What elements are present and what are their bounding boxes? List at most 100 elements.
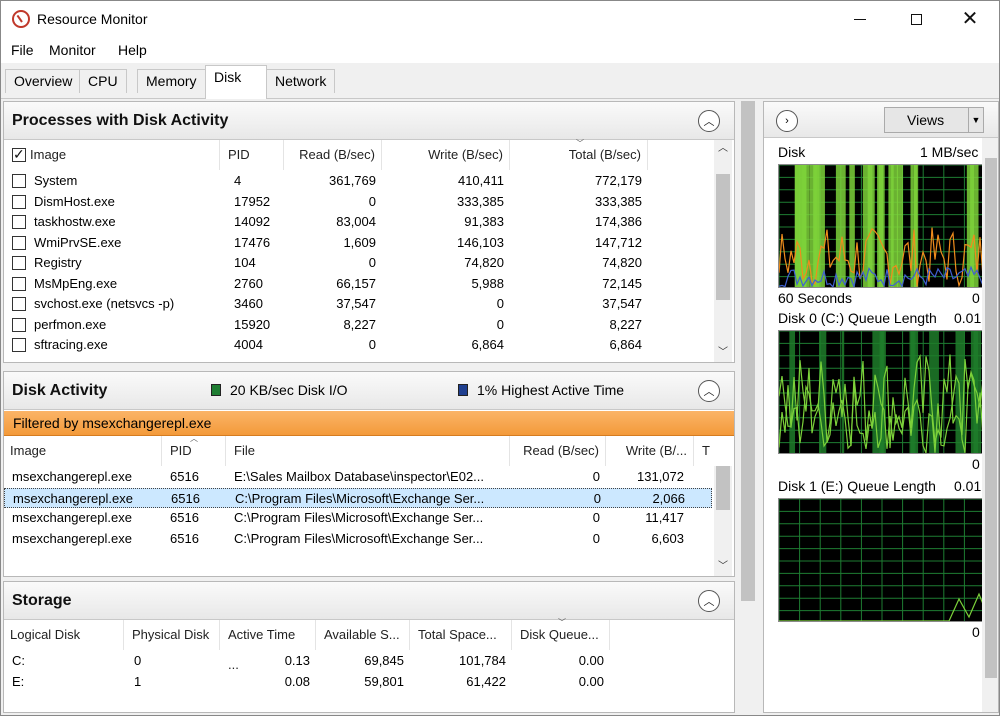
col-read[interactable]: Read (B/sec) [512,436,606,466]
filter-bar[interactable]: Filtered by msexchangerepl.exe [4,411,734,436]
process-write: 410,411 [457,173,504,188]
col-available-space[interactable]: Available S... [318,620,410,650]
row-checkbox[interactable] [12,194,26,209]
table-row[interactable]: taskhostw.exe 14092 83,004 91,383 174,386 [4,212,734,233]
table-row[interactable]: msexchangerepl.exe 6516 C:\Program Files\M… [4,487,712,508]
file-path: C:\Program Files\Microsoft\Exchange Ser.… [235,490,485,506]
minimize-icon [854,18,866,20]
graph-pane-scrollbar[interactable] [982,138,998,712]
process-read: 83,004 [336,214,376,229]
views-button[interactable]: Views [884,107,980,133]
col-write[interactable]: Write (B/... [608,436,694,466]
tab-cpu[interactable]: CPU [79,69,127,93]
scroll-down-icon[interactable]: ﹀ [714,558,732,576]
main-pane-scroll-thumb[interactable] [741,101,755,601]
select-all-checkbox[interactable] [12,146,26,163]
table-row[interactable]: System 4 361,769 410,411 772,179 [4,171,734,192]
file-image: msexchangerepl.exe [12,510,132,525]
file-pid: 6516 [170,530,199,546]
minimize-button[interactable] [837,1,883,37]
disk-activity-panel-header[interactable]: Disk Activity 20 KB/sec Disk I/O 1% High… [4,372,734,410]
table-row[interactable]: MsMpEng.exe 2760 66,157 5,988 72,145 [4,274,734,295]
col-total-truncated[interactable]: T [700,436,714,466]
process-total: 147,712 [595,234,642,250]
disk-activity-scrollbar[interactable]: ﹀ [714,466,732,576]
disk1-graph-svg [779,499,983,621]
process-read: 361,769 [329,173,376,188]
table-row[interactable]: msexchangerepl.exe 6516 E:\Sales Mailbox D… [4,467,712,488]
graph-pane-scroll-thumb[interactable] [985,158,997,678]
menu-bar: File Monitor Help [1,39,999,61]
scroll-up-icon[interactable]: ︿ [714,140,732,158]
close-button[interactable]: ✕ [947,1,993,37]
file-read: 0 [593,490,601,506]
active-time-legend: 1% Highest Active Time [477,382,625,398]
collapse-disk-activity-button[interactable]: ︿ [698,380,720,402]
table-row[interactable]: msexchangerepl.exe 6516 C:\Program Files\M… [4,529,712,550]
processes-scrollbar[interactable]: ︿ ﹀ [714,140,732,362]
maximize-button[interactable] [893,1,939,37]
collapse-storage-button[interactable]: ︿ [698,590,720,612]
menu-monitor[interactable]: Monitor [49,42,96,58]
col-logical-disk[interactable]: Logical Disk [4,620,124,650]
process-write: 91,383 [464,214,504,229]
row-checkbox[interactable] [12,215,26,229]
row-checkbox[interactable] [12,276,26,291]
tab-overview[interactable]: Overview [5,69,82,93]
queue-activity-bar [914,331,919,453]
table-row[interactable]: perfmon.exe 15920 8,227 0 8,227 [4,315,734,336]
file-path: C:\Program Files\Microsoft\Exchange Ser.… [234,510,484,525]
file-read: 0 [592,510,600,525]
tab-network[interactable]: Network [266,69,336,93]
col-image[interactable]: Image [4,140,220,170]
process-read: 0 [368,255,376,270]
process-pid: 15920 [234,316,271,332]
toggle-graph-pane-button[interactable]: › [776,110,798,132]
process-total: 772,179 [595,173,642,188]
process-read: 66,157 [336,275,376,291]
col-file[interactable]: File [228,436,510,466]
col-total-space[interactable]: Total Space... [412,620,512,650]
table-row[interactable]: msexchangerepl.exe 6516 C:\Program Files\M… [4,508,712,529]
file-pid: 6516 [170,510,199,525]
views-dropdown[interactable]: ▼ [968,107,984,133]
storage-panel-header[interactable]: Storage ︿ [4,582,734,620]
table-row[interactable]: E: 1 0.08 59,801 61,422 0.00 [4,672,734,693]
process-write: 146,103 [457,234,504,250]
col-active-time[interactable]: Active Time ... [222,620,316,672]
scroll-down-icon[interactable]: ﹀ [714,344,732,362]
active-time-legend-swatch [458,384,468,396]
col-read[interactable]: Read (B/sec) [286,140,382,170]
collapse-processes-button[interactable]: ︿ [698,110,720,132]
process-pid: 4004 [234,337,263,352]
menu-file[interactable]: File [11,42,34,58]
processes-table-header: Image PID Read (B/sec) Write (B/sec) Tot… [4,139,734,170]
row-checkbox[interactable] [12,338,26,352]
main-pane-scrollbar[interactable] [739,101,757,713]
processes-scroll-thumb[interactable] [716,174,730,300]
table-row[interactable]: svchost.exe (netsvcs -p) 3460 37,547 0 37,54… [4,294,734,315]
table-row[interactable]: sftracing.exe 4004 0 6,864 6,864 [4,335,734,356]
disk-activity-scroll-thumb[interactable] [716,466,730,510]
col-pid[interactable]: PID [222,140,284,170]
row-checkbox[interactable] [12,256,26,270]
row-checkbox[interactable] [12,174,26,188]
col-image[interactable]: Image [4,436,162,466]
processes-panel-header[interactable]: Processes with Disk Activity ︿ [4,102,734,140]
disk-io-legend-swatch [211,384,221,396]
row-checkbox[interactable] [12,317,26,332]
menu-help[interactable]: Help [118,42,147,58]
process-read: 0 [368,337,376,352]
table-row[interactable]: WmiPrvSE.exe 17476 1,609 146,103 147,712 [4,233,734,254]
disk-graph-label: Disk [778,144,806,160]
row-checkbox[interactable] [12,235,26,250]
col-write[interactable]: Write (B/sec) [384,140,510,170]
tab-disk[interactable]: Disk [205,65,267,99]
table-row[interactable]: DismHost.exe 17952 0 333,385 333,385 [4,192,734,213]
disk0-graph-scale: 0.01 [954,310,982,326]
tab-memory[interactable]: Memory [137,69,206,93]
table-row[interactable]: Registry 104 0 74,820 74,820 [4,253,734,274]
col-physical-disk[interactable]: Physical Disk [126,620,220,650]
row-checkbox[interactable] [12,297,26,311]
table-row[interactable]: C: 0 0.13 69,845 101,784 0.00 [4,651,734,672]
